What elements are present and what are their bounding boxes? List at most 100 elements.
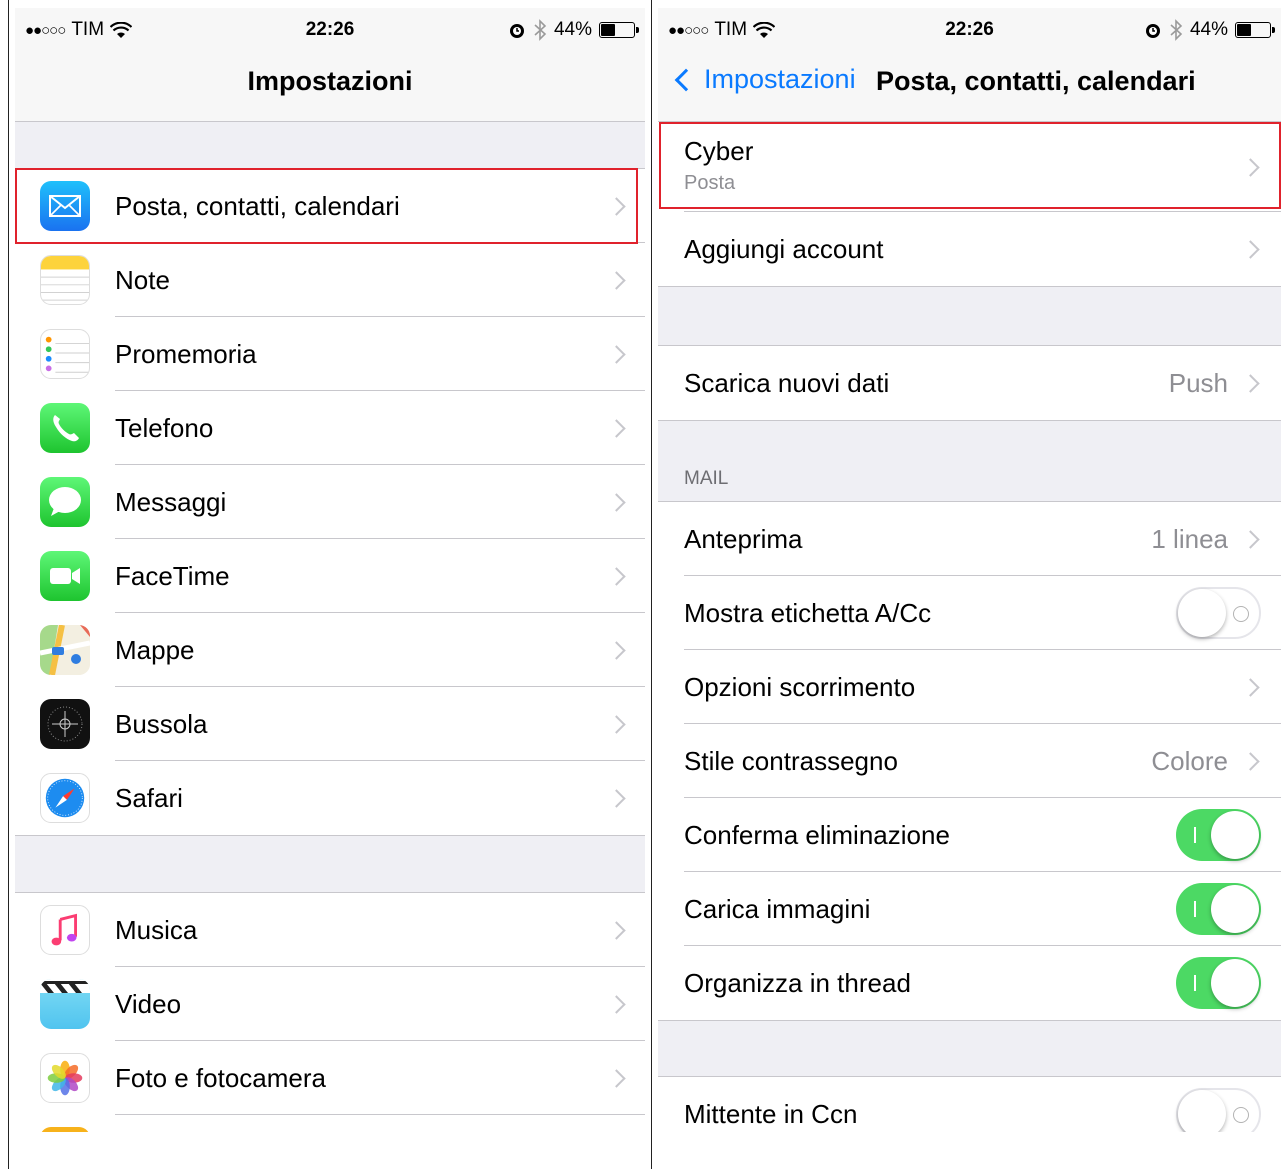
safari-icon bbox=[40, 773, 90, 823]
navigation-bar: ●●○○○ TIM 22:26 44% Impostazioni bbox=[15, 8, 645, 122]
back-button[interactable]: Impostazioni bbox=[672, 64, 856, 95]
settings-group-1: Posta, contatti, calendari Note Promemor… bbox=[15, 168, 645, 836]
reminders-icon bbox=[40, 329, 90, 379]
app-icon bbox=[40, 1127, 90, 1132]
chevron-right-icon bbox=[607, 344, 626, 364]
settings-item-partial[interactable] bbox=[15, 1115, 645, 1132]
center-divider bbox=[651, 0, 652, 1169]
battery-percent: 44% bbox=[1189, 19, 1228, 40]
mail-group: Anteprima 1 linea Mostra etichetta A/Cc … bbox=[658, 501, 1281, 1021]
page-title: Impostazioni bbox=[247, 66, 413, 96]
music-icon bbox=[40, 905, 90, 955]
video-icon bbox=[40, 979, 90, 1029]
ask-before-deleting-toggle[interactable] bbox=[1176, 809, 1261, 861]
organize-thread-toggle[interactable] bbox=[1176, 957, 1261, 1009]
compass-icon bbox=[40, 699, 90, 749]
settings-item-messaggi[interactable]: Messaggi bbox=[15, 465, 645, 539]
settings-item-label: Foto e fotocamera bbox=[115, 1062, 326, 1093]
settings-screen: ●●○○○ TIM 22:26 44% Impostazioni Posta, … bbox=[15, 8, 645, 1132]
swipe-options-label: Opzioni scorrimento bbox=[684, 671, 916, 702]
settings-item-label: Mappe bbox=[115, 634, 195, 665]
alarm-icon bbox=[1145, 24, 1160, 38]
show-to-cc-label: Mostra etichetta A/Cc bbox=[684, 597, 932, 628]
chevron-right-icon bbox=[1241, 373, 1260, 393]
account-cyber[interactable]: Cyber Posta bbox=[658, 122, 1281, 212]
navigation-bar: ●●○○○ TIM 22:26 44% Impostazioni Posta, … bbox=[658, 8, 1281, 122]
settings-item-label: Safari bbox=[115, 782, 183, 813]
notes-icon bbox=[40, 255, 90, 305]
settings-item-safari[interactable]: Safari bbox=[15, 761, 645, 835]
settings-item-label: Bussola bbox=[115, 708, 208, 739]
always-bcc-toggle[interactable] bbox=[1176, 1088, 1261, 1132]
chevron-right-icon bbox=[607, 270, 626, 290]
always-bcc-label: Mittente in Ccn bbox=[684, 1098, 858, 1129]
chevron-right-icon bbox=[607, 566, 626, 586]
facetime-icon bbox=[40, 551, 90, 601]
preview-value: 1 linea bbox=[1151, 523, 1228, 554]
add-account-item[interactable]: Aggiungi account bbox=[658, 212, 1281, 286]
settings-item-label: Telefono bbox=[115, 412, 214, 443]
page-title: Posta, contatti, calendari bbox=[876, 66, 1196, 96]
chevron-right-icon bbox=[607, 196, 626, 216]
settings-group-2: Musica Video Foto e fotocamera bbox=[15, 892, 645, 1132]
accounts-group: Cyber Posta Aggiungi account bbox=[658, 122, 1281, 287]
status-bar: ●●○○○ TIM 22:26 44% bbox=[15, 19, 645, 45]
always-bcc-item: Mittente in Ccn bbox=[658, 1077, 1281, 1132]
mail-section-header: MAIL bbox=[684, 468, 729, 489]
settings-item-video[interactable]: Video bbox=[15, 967, 645, 1041]
settings-item-posta[interactable]: Posta, contatti, calendari bbox=[15, 169, 645, 243]
chevron-right-icon bbox=[607, 1068, 626, 1088]
swipe-options-item[interactable]: Opzioni scorrimento bbox=[658, 650, 1281, 724]
settings-item-musica[interactable]: Musica bbox=[15, 893, 645, 967]
ask-before-deleting-label: Conferma eliminazione bbox=[684, 819, 950, 850]
load-images-item: Carica immagini bbox=[658, 872, 1281, 946]
show-to-cc-item: Mostra etichetta A/Cc bbox=[658, 576, 1281, 650]
flag-style-item[interactable]: Stile contrassegno Colore bbox=[658, 724, 1281, 798]
settings-item-label: Promemoria bbox=[115, 338, 257, 369]
load-images-toggle[interactable] bbox=[1176, 883, 1261, 935]
account-name: Cyber bbox=[684, 136, 754, 166]
settings-item-label: Musica bbox=[115, 914, 198, 945]
back-button-label: Impostazioni bbox=[704, 64, 856, 94]
preview-label: Anteprima bbox=[684, 523, 803, 554]
settings-item-note[interactable]: Note bbox=[15, 243, 645, 317]
settings-item-bussola[interactable]: Bussola bbox=[15, 687, 645, 761]
mail-settings-screen: ●●○○○ TIM 22:26 44% Impostazioni Posta, … bbox=[658, 8, 1281, 1132]
left-border bbox=[8, 0, 9, 1169]
photos-icon bbox=[40, 1053, 90, 1103]
load-images-label: Carica immagini bbox=[684, 893, 871, 924]
organize-thread-item: Organizza in thread bbox=[658, 946, 1281, 1020]
settings-item-label: Posta, contatti, calendari bbox=[115, 190, 400, 221]
settings-item-label: Messaggi bbox=[115, 486, 227, 517]
settings-item-label: FaceTime bbox=[115, 560, 230, 591]
status-bar: ●●○○○ TIM 22:26 44% bbox=[658, 19, 1281, 45]
chevron-right-icon bbox=[607, 920, 626, 940]
alarm-icon bbox=[509, 24, 524, 38]
settings-item-promemoria[interactable]: Promemoria bbox=[15, 317, 645, 391]
chevron-right-icon bbox=[607, 994, 626, 1014]
show-to-cc-toggle[interactable] bbox=[1176, 587, 1261, 639]
settings-item-label: Note bbox=[115, 264, 170, 295]
chevron-right-icon bbox=[1241, 751, 1260, 771]
settings-item-facetime[interactable]: FaceTime bbox=[15, 539, 645, 613]
bluetooth-icon bbox=[1170, 19, 1183, 41]
ask-before-deleting-item: Conferma eliminazione bbox=[658, 798, 1281, 872]
settings-item-foto[interactable]: Foto e fotocamera bbox=[15, 1041, 645, 1115]
battery-percent: 44% bbox=[553, 19, 592, 40]
chevron-right-icon bbox=[607, 492, 626, 512]
chevron-right-icon bbox=[1241, 157, 1260, 177]
chevron-right-icon bbox=[1241, 239, 1260, 259]
organize-thread-label: Organizza in thread bbox=[684, 967, 911, 998]
bcc-group: Mittente in Ccn bbox=[658, 1076, 1281, 1132]
chevron-right-icon bbox=[607, 418, 626, 438]
fetch-new-data-item[interactable]: Scarica nuovi dati Push bbox=[658, 346, 1281, 420]
preview-item[interactable]: Anteprima 1 linea bbox=[658, 502, 1281, 576]
flag-style-label: Stile contrassegno bbox=[684, 745, 898, 776]
flag-style-value: Colore bbox=[1151, 745, 1228, 776]
battery-icon bbox=[1235, 22, 1275, 38]
chevron-right-icon bbox=[1241, 529, 1260, 549]
settings-item-telefono[interactable]: Telefono bbox=[15, 391, 645, 465]
settings-item-mappe[interactable]: Mappe bbox=[15, 613, 645, 687]
messages-icon bbox=[40, 477, 90, 527]
chevron-right-icon bbox=[607, 714, 626, 734]
